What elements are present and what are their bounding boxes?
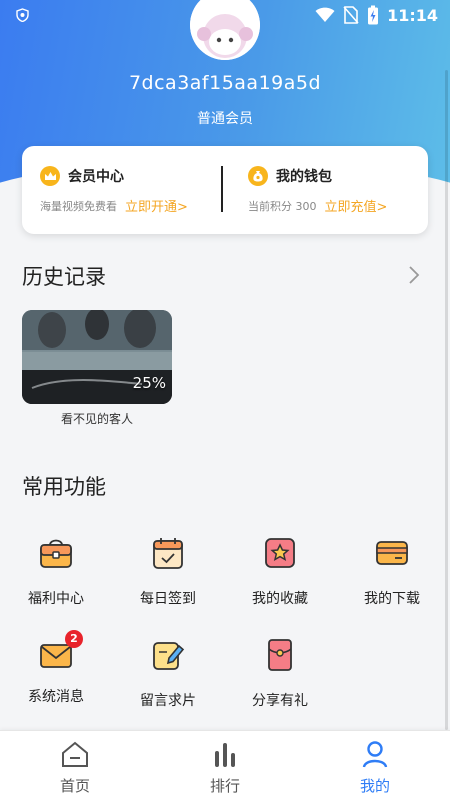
- func-welfare-center[interactable]: 福利中心: [0, 536, 112, 608]
- home-icon: [62, 741, 88, 767]
- func-label: 我的下载: [364, 591, 420, 607]
- history-item[interactable]: 25% 看不见的客人: [22, 310, 172, 427]
- bar-chart-icon: [215, 743, 235, 767]
- func-label: 每日签到: [140, 591, 196, 607]
- func-label: 我的收藏: [252, 591, 308, 607]
- func-label: 分享有礼: [252, 693, 308, 709]
- nav-label: 我的: [359, 777, 390, 795]
- func-request-movie[interactable]: 留言求片: [112, 638, 224, 710]
- func-share-gift[interactable]: 分享有礼: [224, 638, 336, 710]
- func-label: 福利中心: [28, 591, 84, 607]
- nav-mine[interactable]: 我的: [300, 739, 450, 796]
- crown-icon: [40, 166, 60, 186]
- open-membership-link[interactable]: 立即开通>: [125, 196, 188, 215]
- func-label: 留言求片: [140, 693, 196, 709]
- history-item-title: 看不见的客人: [60, 412, 133, 426]
- username: 7dca3af15aa19a5d: [128, 72, 322, 94]
- wifi-icon: [315, 7, 335, 22]
- status-time: 11:14: [387, 5, 438, 25]
- functions-section-title: 常用功能: [22, 475, 106, 499]
- money-bag-icon: [248, 166, 268, 186]
- membership-level: 普通会员: [197, 111, 253, 127]
- member-center-title: 会员中心: [68, 169, 124, 185]
- nav-home[interactable]: 首页: [0, 739, 150, 796]
- vip-card: 会员中心 海量视频免费看 立即开通> 我的钱包 当前积分 300 立即充值>: [22, 146, 428, 234]
- points-balance: 当前积分 300: [248, 199, 317, 213]
- user-icon: [362, 741, 388, 768]
- func-label: 系统消息: [28, 689, 84, 705]
- star-icon: [265, 538, 295, 568]
- edit-note-icon: [153, 642, 185, 670]
- bottom-nav: 首页 排行 我的: [0, 730, 450, 800]
- divider: [221, 166, 223, 212]
- shield-icon: [16, 8, 29, 22]
- mail-icon-wrap: 2: [39, 630, 83, 672]
- nav-label: 排行: [209, 777, 240, 795]
- unread-badge: 2: [65, 630, 83, 648]
- gift-box-icon: [40, 539, 72, 568]
- wallet-panel[interactable]: 我的钱包 当前积分 300 立即充值>: [246, 146, 446, 234]
- recharge-link[interactable]: 立即充值>: [325, 196, 388, 215]
- watch-progress: 25%: [132, 374, 166, 392]
- func-system-messages[interactable]: 2 系统消息: [0, 630, 112, 706]
- history-section-title: 历史记录: [22, 265, 106, 289]
- member-center-panel[interactable]: 会员中心 海量视频免费看 立即开通>: [22, 146, 222, 234]
- func-my-downloads[interactable]: 我的下载: [336, 536, 448, 608]
- nav-ranking[interactable]: 排行: [150, 739, 300, 796]
- battery-charging-icon: [368, 5, 379, 25]
- member-center-subtitle: 海量视频免费看: [40, 199, 117, 213]
- video-thumbnail[interactable]: 25%: [22, 310, 172, 404]
- chevron-right-icon[interactable]: [404, 262, 424, 288]
- card-download-icon: [376, 541, 408, 565]
- func-daily-checkin[interactable]: 每日签到: [112, 536, 224, 608]
- wallet-title: 我的钱包: [276, 169, 332, 185]
- no-signal-icon: [343, 6, 359, 24]
- nav-label: 首页: [59, 777, 90, 795]
- red-envelope-icon: [268, 639, 292, 671]
- func-my-favorites[interactable]: 我的收藏: [224, 536, 336, 608]
- calendar-check-icon: [153, 538, 183, 569]
